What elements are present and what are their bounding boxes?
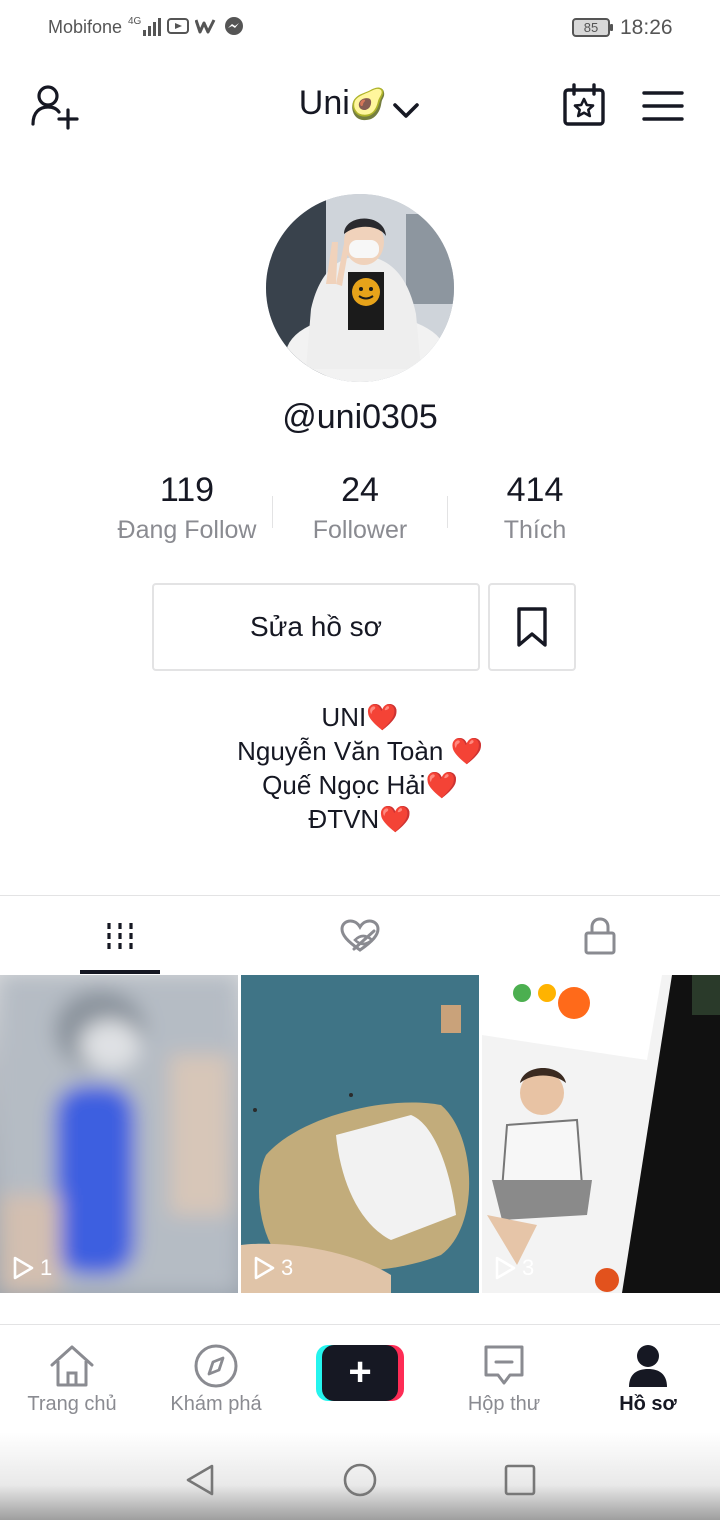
following-stat[interactable]: 119 Đang Follow xyxy=(100,468,274,545)
heart-emoji: ❤️ xyxy=(450,736,483,766)
tab-private[interactable] xyxy=(480,896,720,976)
nav-profile-label: Hồ sơ xyxy=(619,1393,677,1415)
create-plus-icon: + xyxy=(322,1345,398,1401)
view-count: 3 xyxy=(253,1255,293,1281)
nav-discover-label: Khám phá xyxy=(170,1393,262,1415)
view-count: 1 xyxy=(12,1255,52,1281)
profile-stats: 119 Đang Follow 24 Follower 414 Thích xyxy=(100,468,620,558)
heart-emoji: ❤️ xyxy=(366,702,399,732)
heart-emoji: ❤️ xyxy=(425,770,458,800)
play-icon xyxy=(254,1256,275,1280)
likes-count: 414 xyxy=(506,471,564,509)
following-label: Đang Follow xyxy=(117,516,257,544)
followers-count: 24 xyxy=(341,471,379,509)
back-button[interactable] xyxy=(182,1462,218,1498)
video-thumbnail[interactable]: 3 xyxy=(241,975,479,1293)
inbox-icon xyxy=(484,1345,524,1385)
profile-icon xyxy=(629,1345,667,1387)
chevron-down-icon xyxy=(391,93,421,118)
nav-profile[interactable]: Hồ sơ xyxy=(576,1343,720,1416)
content-tabs xyxy=(0,895,720,975)
calendar-star-icon xyxy=(563,83,605,126)
hamburger-menu-icon xyxy=(642,91,684,121)
bio-line: Quế Ngọc Hải❤️ xyxy=(262,770,458,800)
likes-label: Thích xyxy=(503,516,567,544)
compass-icon xyxy=(194,1344,238,1388)
video-preview-image xyxy=(0,975,238,1293)
play-icon xyxy=(495,1256,516,1280)
menu-button[interactable] xyxy=(642,90,684,122)
heart-emoji: ❤️ xyxy=(379,804,412,834)
bio-line: UNI❤️ xyxy=(321,702,399,732)
bookmark-icon xyxy=(517,607,547,647)
nav-home[interactable]: Trang chủ xyxy=(0,1343,144,1416)
clock: 18:26 xyxy=(620,16,673,39)
tab-videos[interactable] xyxy=(0,896,240,976)
home-icon xyxy=(50,1345,94,1387)
favorites-button[interactable] xyxy=(488,583,576,671)
video-grid: 1 3 3 xyxy=(0,975,720,1295)
followers-label: Follower xyxy=(312,516,408,544)
lock-icon xyxy=(584,917,616,955)
account-switcher[interactable]: Uni🥑 xyxy=(0,84,720,123)
profile-header: Uni🥑 xyxy=(0,64,720,148)
following-count: 119 xyxy=(159,471,215,509)
avatar-photo xyxy=(266,194,454,382)
recents-button[interactable] xyxy=(502,1462,538,1498)
play-icon xyxy=(13,1256,34,1280)
creator-calendar-button[interactable] xyxy=(560,82,608,130)
bottom-navigation: Trang chủ Khám phá + Hộp thư Hồ sơ xyxy=(0,1324,720,1432)
bio-line: Nguyễn Văn Toàn ❤️ xyxy=(237,736,483,766)
view-count: 3 xyxy=(494,1255,534,1281)
active-tab-indicator xyxy=(80,970,160,974)
system-navigation-bar xyxy=(0,1432,720,1520)
likes-stat[interactable]: 414 Thích xyxy=(448,468,622,545)
video-preview-image xyxy=(241,975,479,1293)
followers-stat[interactable]: 24 Follower xyxy=(273,468,447,545)
nav-inbox-label: Hộp thư xyxy=(467,1393,541,1415)
grid-icon xyxy=(107,923,133,949)
profile-avatar[interactable] xyxy=(266,194,454,382)
profile-bio: UNI❤️ Nguyễn Văn Toàn ❤️ Quế Ngọc Hải❤️ … xyxy=(0,700,720,836)
recents-square-icon xyxy=(504,1464,536,1496)
carrier-name: Mobifone xyxy=(48,17,123,37)
network-type: 4G xyxy=(128,16,142,27)
avocado-emoji: 🥑 xyxy=(349,88,388,121)
nav-inbox[interactable]: Hộp thư xyxy=(432,1343,576,1416)
create-video-button[interactable]: + xyxy=(316,1345,404,1401)
username: @uni0305 xyxy=(282,398,438,436)
account-name: Uni xyxy=(298,84,350,122)
signal-icon xyxy=(143,16,162,36)
video-preview-image xyxy=(482,975,720,1293)
status-bar: Mobifone 4G 85 18:26 xyxy=(0,0,720,56)
battery-indicator: 85 xyxy=(572,18,613,37)
hidden-heart-icon xyxy=(340,919,380,952)
back-triangle-icon xyxy=(186,1464,214,1496)
status-icons: 4G xyxy=(128,16,245,36)
messenger-icon xyxy=(223,16,245,36)
home-button[interactable] xyxy=(342,1462,378,1498)
edit-profile-button[interactable]: Sửa hồ sơ xyxy=(152,583,480,671)
video-thumbnail[interactable]: 3 xyxy=(482,975,720,1293)
media-icon xyxy=(167,16,190,36)
nav-discover[interactable]: Khám phá xyxy=(144,1343,288,1416)
tab-liked[interactable] xyxy=(240,896,480,976)
nav-home-label: Trang chủ xyxy=(27,1393,117,1415)
w-app-icon xyxy=(195,16,217,36)
bio-line: ĐTVN❤️ xyxy=(308,804,412,834)
home-circle-icon xyxy=(343,1463,377,1497)
video-thumbnail[interactable]: 1 xyxy=(0,975,238,1293)
